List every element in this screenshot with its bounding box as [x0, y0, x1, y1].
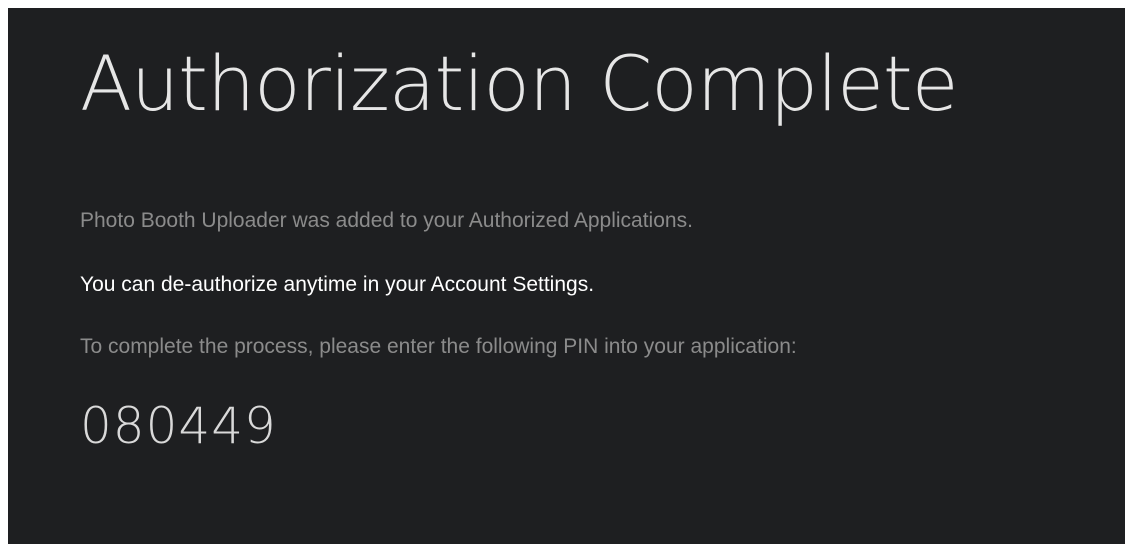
deauthorize-message: You can de-authorize anytime in your Acc…	[80, 273, 595, 296]
pin-instruction: To complete the process, please enter th…	[80, 335, 797, 358]
authorization-panel: Authorization Complete Photo Booth Uploa…	[8, 8, 1125, 544]
added-message: Photo Booth Uploader was added to your A…	[80, 209, 693, 232]
page-title: Authorization Complete	[80, 39, 958, 128]
pin-code: 080449	[80, 397, 277, 455]
